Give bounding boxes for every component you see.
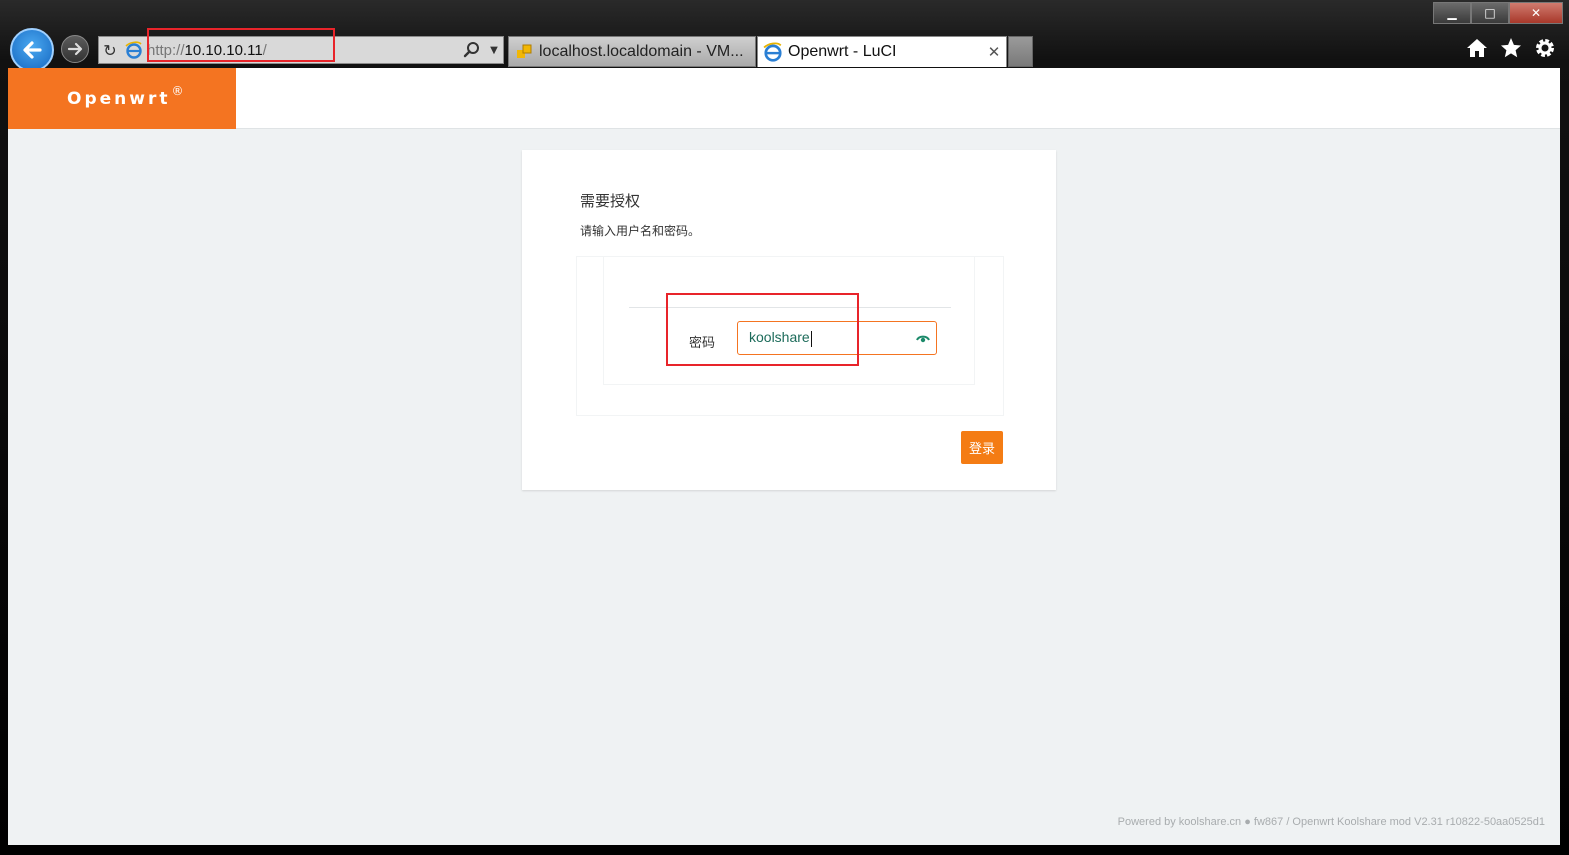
url-path: / [262,41,267,59]
text-caret [810,330,812,347]
brand-name: Openwrt [67,88,171,109]
tab-openwrt-luci[interactable]: Openwrt - LuCI ✕ [757,36,1007,67]
maximize-button[interactable]: □ [1471,2,1509,24]
gear-icon[interactable] [1533,36,1557,60]
arrow-left-icon [23,41,42,59]
tab-label: Openwrt - LuCI [788,43,897,60]
vmware-icon [509,44,539,60]
brand-logo[interactable]: Openwrt ® [8,68,236,129]
browser-toolbar [1465,36,1557,60]
password-label: 密码 [689,336,716,351]
home-icon[interactable] [1465,36,1489,60]
window-controls: ▁ □ ✕ [1433,2,1563,24]
eye-icon[interactable] [910,333,936,343]
chevron-down-icon[interactable]: ▼ [485,45,503,56]
login-title: 需要授权 [580,192,641,210]
header-bar [8,68,1560,129]
forward-button[interactable] [61,35,89,63]
login-button[interactable]: 登录 [961,431,1003,464]
registered-mark: ® [171,83,184,98]
search-icon[interactable] [459,41,485,59]
refresh-icon[interactable]: ↻ [99,41,121,60]
tab-vmware[interactable]: localhost.localdomain - VM... [508,36,756,67]
close-icon[interactable]: ✕ [982,43,1006,61]
tab-label: localhost.localdomain - VM... [539,42,744,60]
minimize-button[interactable]: ▁ [1433,2,1471,24]
address-bar[interactable]: ↻ http://10.10.10.11/ ▼ [98,36,504,64]
back-button[interactable] [10,28,54,72]
browser-window: ▁ □ ✕ ↻ http://10.10.10.11/ ▼ localhost.… [0,0,1569,855]
footer-text: Powered by koolshare.cn ● fw867 / Openwr… [1117,816,1545,828]
close-window-button[interactable]: ✕ [1509,2,1563,24]
password-value: koolshare [749,329,810,346]
favorites-star-icon[interactable] [1499,36,1523,60]
page-viewport: Openwrt ® 需要授权 请输入用户名和密码。 密码 koolshare 登… [8,68,1560,845]
arrow-right-icon [67,42,83,56]
url-text[interactable]: http://10.10.10.11/ [147,42,459,59]
ie-icon [121,41,147,59]
password-field[interactable]: koolshare [737,321,937,355]
url-host: 10.10.10.11 [184,41,263,59]
divider [629,307,951,308]
login-description: 请输入用户名和密码。 [580,224,701,238]
ie-icon [758,42,788,62]
login-form-panel: 密码 koolshare [576,256,1004,416]
new-tab-button[interactable] [1008,36,1033,67]
login-card: 需要授权 请输入用户名和密码。 密码 koolshare 登录 [522,150,1056,490]
url-scheme: http:// [147,41,185,59]
